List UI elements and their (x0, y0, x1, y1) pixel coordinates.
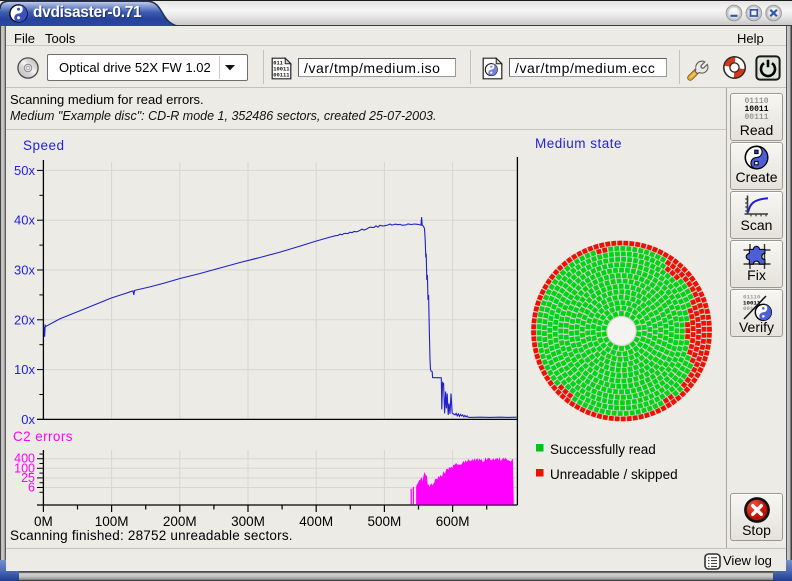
svg-text:30x: 30x (14, 263, 35, 278)
svg-text:50x: 50x (14, 163, 35, 178)
svg-text:0M: 0M (34, 514, 53, 529)
svg-text:300M: 300M (231, 514, 265, 529)
svg-text:40x: 40x (14, 213, 35, 228)
svg-text:Speed: Speed (23, 138, 65, 153)
svg-text:400M: 400M (299, 514, 333, 529)
svg-text:Unreadable / skipped: Unreadable / skipped (550, 467, 678, 482)
svg-text:500M: 500M (368, 514, 402, 529)
svg-text:200M: 200M (163, 514, 197, 529)
svg-text:C2 errors: C2 errors (13, 429, 73, 444)
svg-text:10x: 10x (14, 362, 35, 377)
svg-text:6: 6 (28, 481, 35, 495)
svg-text:Successfully read: Successfully read (550, 442, 656, 457)
svg-text:20x: 20x (14, 312, 35, 327)
svg-text:100M: 100M (95, 514, 129, 529)
svg-text:00111: 00111 (273, 72, 289, 78)
svg-text:0x: 0x (21, 412, 35, 427)
svg-text:Medium state: Medium state (535, 136, 622, 151)
svg-text:600M: 600M (436, 514, 470, 529)
